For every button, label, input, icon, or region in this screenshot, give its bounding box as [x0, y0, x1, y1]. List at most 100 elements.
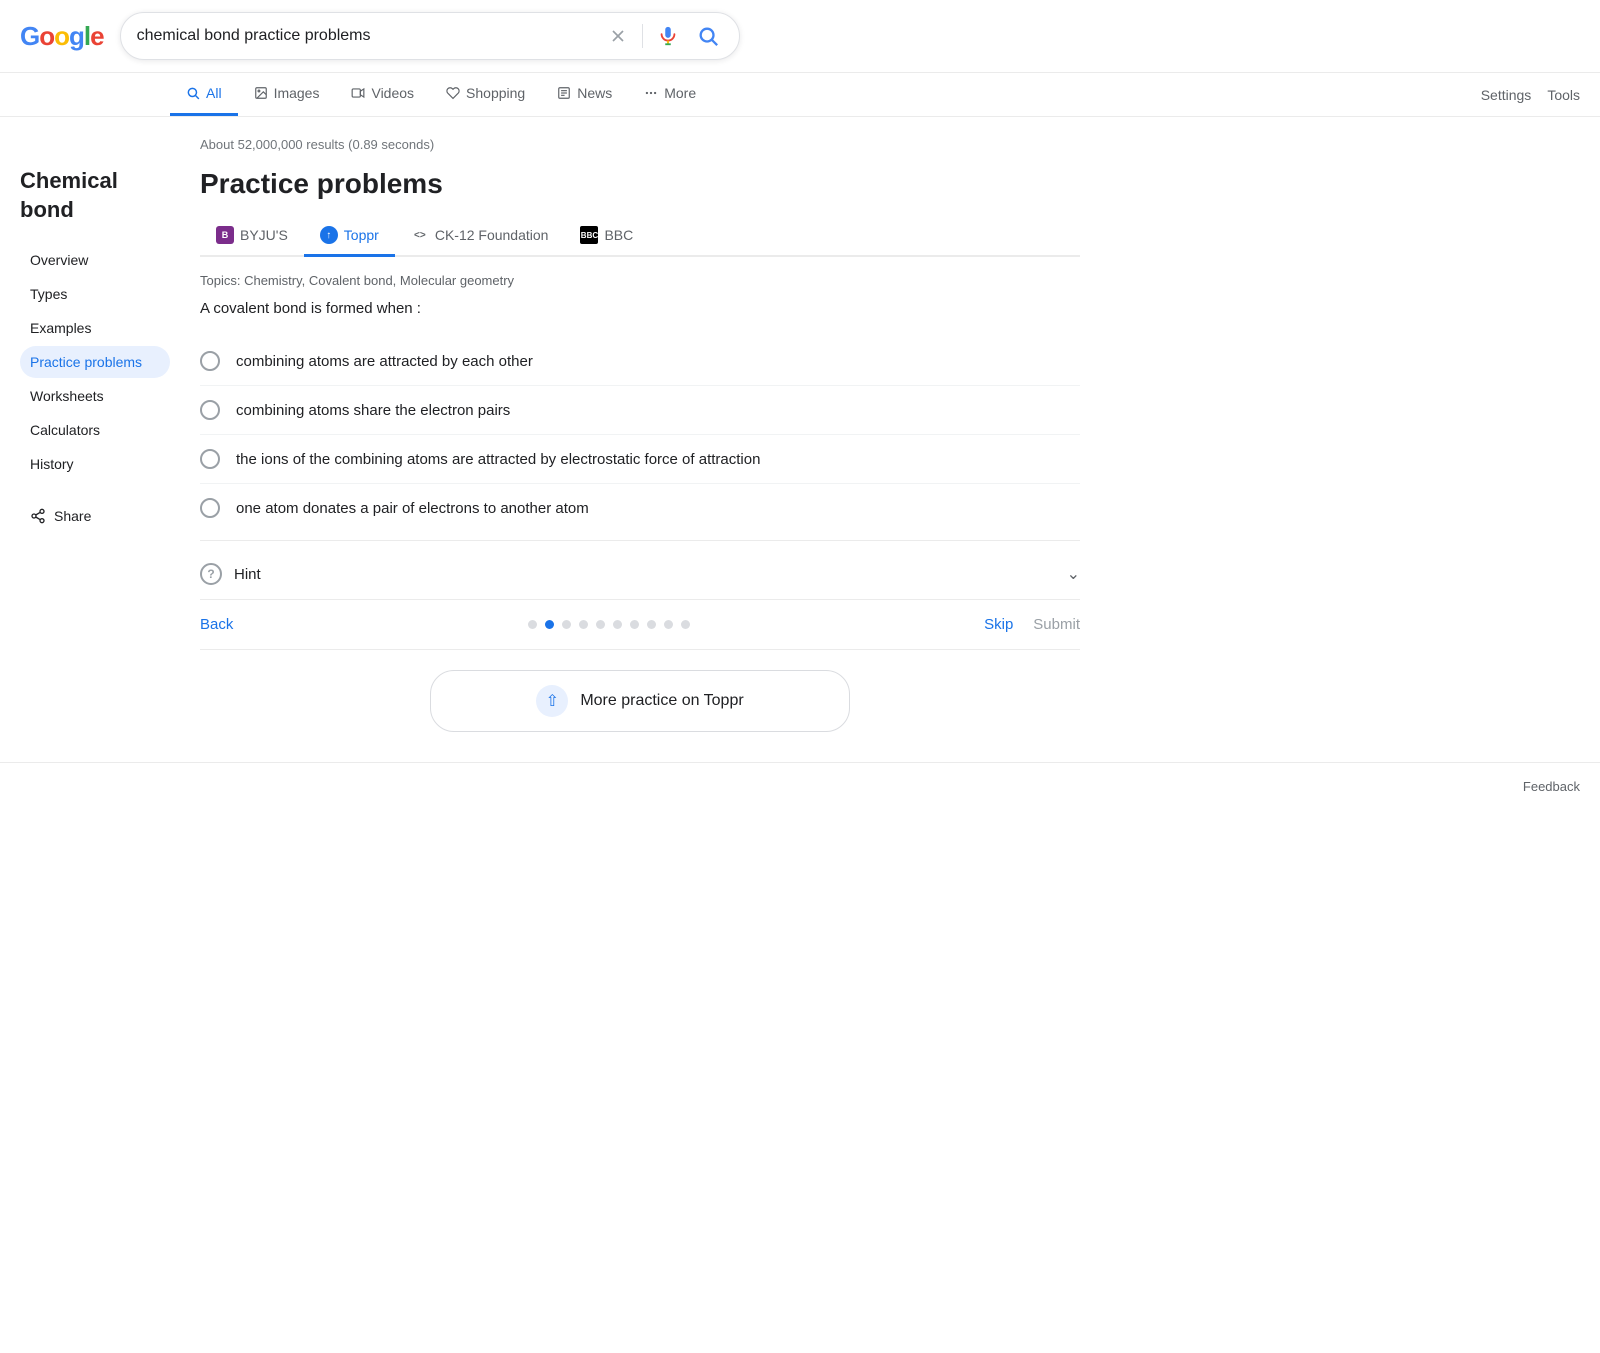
- sidebar-link-calculators[interactable]: Calculators: [20, 414, 170, 446]
- news-icon: [557, 86, 571, 100]
- tab-shopping-label: Shopping: [466, 85, 525, 101]
- voice-search-button[interactable]: [653, 21, 683, 51]
- hint-divider: [200, 540, 1080, 541]
- hint-left: ? Hint: [200, 563, 261, 585]
- radio-3[interactable]: [200, 449, 220, 469]
- sidebar-link-types[interactable]: Types: [20, 278, 170, 310]
- tab-more-label: More: [664, 85, 696, 101]
- topics: Topics: Chemistry, Covalent bond, Molecu…: [200, 273, 1080, 288]
- hint-icon: ?: [200, 563, 222, 585]
- option-1-text: combining atoms are attracted by each ot…: [236, 353, 533, 370]
- dot-9: [681, 620, 690, 629]
- source-tab-ck12[interactable]: <> CK-12 Foundation: [395, 216, 565, 257]
- chevron-down-icon: ⌄: [1067, 564, 1080, 584]
- pagination-dots: [528, 620, 690, 629]
- sidebar-item-practice-problems[interactable]: Practice problems: [20, 346, 170, 378]
- logo-e: e: [90, 21, 103, 51]
- shopping-icon: [446, 86, 460, 100]
- skip-button[interactable]: Skip: [984, 616, 1013, 633]
- settings-link[interactable]: Settings: [1481, 87, 1532, 103]
- more-practice-wrapper: ⇧ More practice on Toppr: [200, 650, 1080, 742]
- dot-7: [647, 620, 656, 629]
- tab-videos[interactable]: Videos: [335, 73, 430, 116]
- sidebar-item-worksheets[interactable]: Worksheets: [20, 380, 170, 412]
- dot-8: [664, 620, 673, 629]
- search-icon: [186, 86, 200, 100]
- share-button[interactable]: Share: [20, 500, 170, 532]
- close-icon: [608, 26, 628, 46]
- search-bar: [120, 12, 740, 60]
- source-tabs: B BYJU'S ↑ Toppr <> CK-12 Foundation BBC…: [200, 216, 1080, 257]
- bbc-icon: BBC: [580, 226, 598, 244]
- search-icons: [604, 21, 723, 51]
- logo-o1: o: [39, 21, 54, 51]
- sidebar-item-history[interactable]: History: [20, 448, 170, 480]
- sidebar-title: Chemical bond: [20, 167, 170, 224]
- tab-all[interactable]: All: [170, 73, 238, 116]
- search-input[interactable]: [137, 27, 596, 45]
- sidebar-link-history[interactable]: History: [20, 448, 170, 480]
- search-icon: [697, 25, 719, 47]
- tools-link[interactable]: Tools: [1547, 87, 1580, 103]
- source-tab-toppr[interactable]: ↑ Toppr: [304, 216, 395, 257]
- option-3[interactable]: the ions of the combining atoms are attr…: [200, 435, 1080, 484]
- more-practice-label: More practice on Toppr: [580, 692, 743, 710]
- clear-button[interactable]: [604, 22, 632, 50]
- sidebar-link-practice-problems[interactable]: Practice problems: [20, 346, 170, 378]
- more-practice-button[interactable]: ⇧ More practice on Toppr: [430, 670, 850, 732]
- option-4[interactable]: one atom donates a pair of electrons to …: [200, 484, 1080, 532]
- dot-0: [528, 620, 537, 629]
- more-dots-icon: [644, 86, 658, 100]
- sidebar-link-examples[interactable]: Examples: [20, 312, 170, 344]
- dot-1[interactable]: [545, 620, 554, 629]
- sidebar-item-calculators[interactable]: Calculators: [20, 414, 170, 446]
- option-2[interactable]: combining atoms share the electron pairs: [200, 386, 1080, 435]
- hint-row[interactable]: ? Hint ⌄: [200, 549, 1080, 600]
- share-icon: [30, 508, 46, 524]
- sidebar-item-overview[interactable]: Overview: [20, 244, 170, 276]
- radio-4[interactable]: [200, 498, 220, 518]
- toppr-arrow-icon: ⇧: [536, 685, 568, 717]
- google-logo: Google: [20, 21, 104, 52]
- source-tab-bbc[interactable]: BBC BBC: [564, 216, 649, 257]
- options-list: combining atoms are attracted by each ot…: [200, 337, 1080, 532]
- search-button[interactable]: [693, 21, 723, 51]
- byjus-icon: B: [216, 226, 234, 244]
- image-icon: [254, 86, 268, 100]
- radio-2[interactable]: [200, 400, 220, 420]
- radio-1[interactable]: [200, 351, 220, 371]
- tab-more[interactable]: More: [628, 73, 712, 116]
- tab-news[interactable]: News: [541, 73, 628, 116]
- tab-shopping[interactable]: Shopping: [430, 73, 541, 116]
- question-text: A covalent bond is formed when :: [200, 300, 1080, 317]
- ck12-label: CK-12 Foundation: [435, 227, 549, 243]
- feedback-link[interactable]: Feedback: [1523, 779, 1580, 794]
- option-1[interactable]: combining atoms are attracted by each ot…: [200, 337, 1080, 386]
- tab-videos-label: Videos: [371, 85, 414, 101]
- dot-3: [579, 620, 588, 629]
- sidebar-link-worksheets[interactable]: Worksheets: [20, 380, 170, 412]
- nav-tabs: All Images Videos Shopping News More Set…: [0, 73, 1600, 117]
- tab-news-label: News: [577, 85, 612, 101]
- nav-right: Skip Submit: [984, 616, 1080, 633]
- sidebar-item-examples[interactable]: Examples: [20, 312, 170, 344]
- ck12-icon: <>: [411, 226, 429, 244]
- byjus-label: BYJU'S: [240, 227, 288, 243]
- back-button[interactable]: Back: [200, 616, 233, 633]
- content-area: About 52,000,000 results (0.89 seconds) …: [180, 137, 1080, 742]
- logo-g: G: [20, 21, 39, 51]
- sidebar: Chemical bond Overview Types Examples Pr…: [20, 137, 180, 742]
- feedback-bar: Feedback: [0, 762, 1600, 810]
- tab-all-label: All: [206, 85, 222, 101]
- sidebar-link-overview[interactable]: Overview: [20, 244, 170, 276]
- hint-label: Hint: [234, 566, 261, 583]
- toppr-label: Toppr: [344, 227, 379, 243]
- sidebar-item-types[interactable]: Types: [20, 278, 170, 310]
- practice-title: Practice problems: [200, 168, 1080, 200]
- microphone-icon: [657, 25, 679, 47]
- tab-images[interactable]: Images: [238, 73, 336, 116]
- dot-6: [630, 620, 639, 629]
- results-info: About 52,000,000 results (0.89 seconds): [200, 137, 1080, 152]
- submit-button[interactable]: Submit: [1033, 616, 1080, 633]
- source-tab-byjus[interactable]: B BYJU'S: [200, 216, 304, 257]
